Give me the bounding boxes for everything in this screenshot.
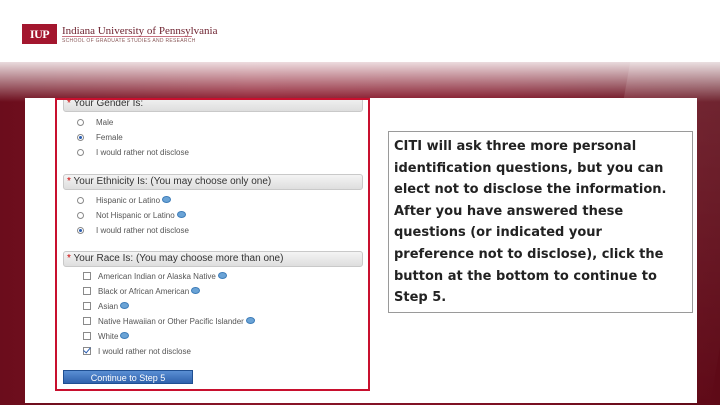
option-label: I would rather not disclose [96,226,189,235]
radio-button[interactable] [77,197,84,204]
race-section: * Your Race Is: (You may choose more tha… [63,251,363,359]
required-star: * [67,253,71,264]
required-star: * [67,176,71,187]
radio-button-selected[interactable] [77,134,84,141]
help-icon[interactable] [176,211,186,219]
help-icon[interactable] [245,317,255,325]
option-label: Asian [98,302,119,311]
gender-question-header: * Your Gender Is: [63,98,363,112]
option-label: Black or African American [98,287,190,296]
option-label: White [98,332,119,341]
continue-to-step-5-button[interactable]: Continue to Step 5 [63,370,193,384]
option-label: I would rather not disclose [96,148,189,157]
ethnicity-question-title: Your Ethnicity Is: (You may choose only … [73,176,272,187]
option-label: Male [96,118,114,127]
header-divider [62,36,192,37]
help-icon[interactable] [162,196,172,204]
radio-button-selected[interactable] [77,227,84,234]
ethnicity-option-hispanic[interactable]: Hispanic or Latino [63,193,363,208]
race-option-asian[interactable]: Asian [63,299,363,314]
option-label: Native Hawaiian or Other Pacific Islande… [98,317,244,326]
required-star: * [67,98,71,109]
help-icon[interactable] [217,272,227,280]
ethnicity-question-header: * Your Ethnicity Is: (You may choose onl… [63,174,363,190]
help-icon[interactable] [120,332,130,340]
checkbox-checked[interactable] [83,347,91,355]
race-option-native-hawaiian[interactable]: Native Hawaiian or Other Pacific Islande… [63,314,363,329]
gender-section: * Your Gender Is: Male Female I would ra… [63,98,363,160]
option-label: American Indian or Alaska Native [98,272,216,281]
checkbox[interactable] [83,302,91,310]
ethnicity-section: * Your Ethnicity Is: (You may choose onl… [63,174,363,238]
checkbox[interactable] [83,287,91,295]
help-icon[interactable] [191,287,201,295]
option-label: Hispanic or Latino [96,196,161,205]
race-option-not-disclose[interactable]: I would rather not disclose [63,344,363,359]
demographics-form: * Your Gender Is: Male Female I would ra… [55,98,370,391]
gender-question-title: Your Gender Is: [73,98,144,109]
school-name: SCHOOL OF GRADUATE STUDIES AND RESEARCH [62,38,196,44]
checkbox[interactable] [83,332,91,340]
radio-button[interactable] [77,212,84,219]
ethnicity-option-not-hispanic[interactable]: Not Hispanic or Latino [63,208,363,223]
slide-header: IUP Indiana University of Pennsylvania S… [0,0,720,62]
checkbox[interactable] [83,317,91,325]
option-label: Female [96,133,123,142]
option-label: I would rather not disclose [98,347,191,356]
race-option-american-indian[interactable]: American Indian or Alaska Native [63,269,363,284]
option-label: Not Hispanic or Latino [96,211,175,220]
ethnicity-option-not-disclose[interactable]: I would rather not disclose [63,223,363,238]
gender-option-male[interactable]: Male [63,115,363,130]
radio-button[interactable] [77,119,84,126]
gender-option-female[interactable]: Female [63,130,363,145]
checkbox[interactable] [83,272,91,280]
band-fade [0,62,720,102]
radio-button[interactable] [77,149,84,156]
race-question-header: * Your Race Is: (You may choose more tha… [63,251,363,267]
race-question-title: Your Race Is: (You may choose more than … [73,253,284,264]
race-option-black[interactable]: Black or African American [63,284,363,299]
race-option-white[interactable]: White [63,329,363,344]
iup-logo: IUP [22,24,57,44]
instruction-callout: CITI will ask three more personal identi… [388,131,693,313]
gender-option-not-disclose[interactable]: I would rather not disclose [63,145,363,160]
help-icon[interactable] [120,302,130,310]
